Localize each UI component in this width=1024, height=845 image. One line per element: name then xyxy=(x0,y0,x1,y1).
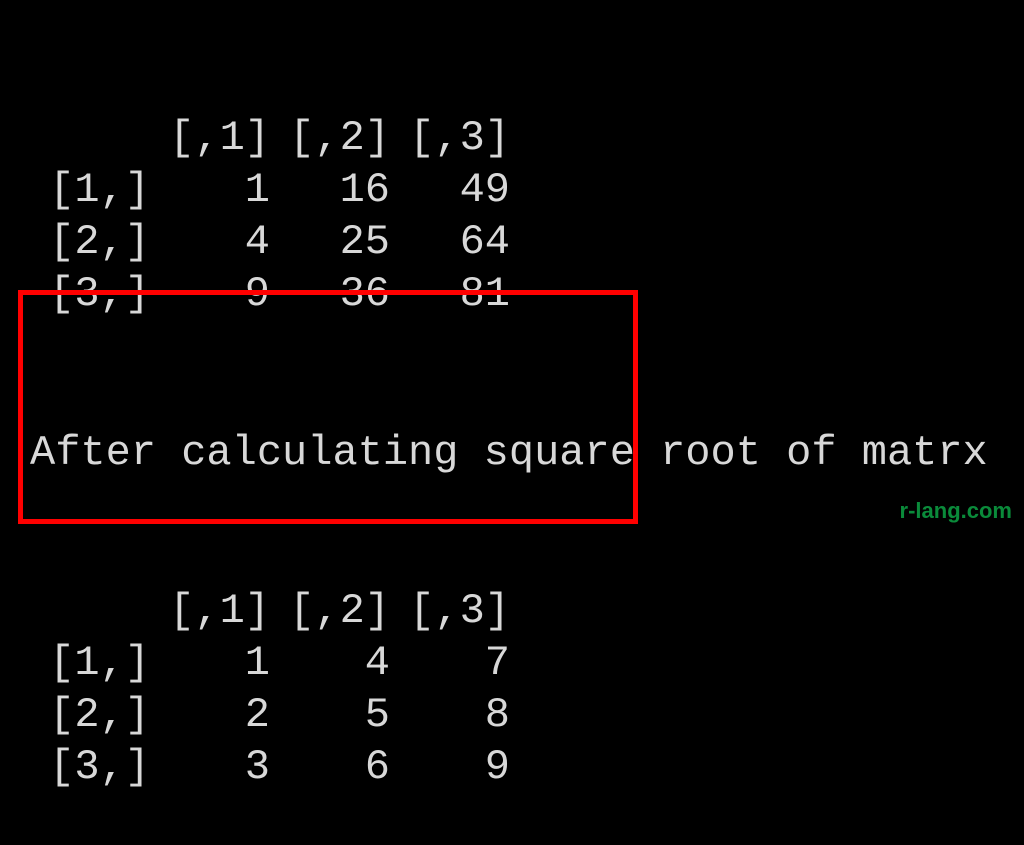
col-header: [,2] xyxy=(270,112,390,164)
matrix-header-row: [,1] [,2] [,3] xyxy=(30,585,510,637)
row-header: [1,] xyxy=(30,637,150,689)
matrix-header-row: [,1] [,2] [,3] xyxy=(30,112,510,164)
matrix-cell: 25 xyxy=(270,216,390,268)
r-console-output: [,1] [,2] [,3] [1,] 1 16 49 [2,] 4 25 64… xyxy=(0,0,1024,845)
matrix-cell: 5 xyxy=(270,689,390,741)
matrix-row: [2,] 2 5 8 xyxy=(30,689,510,741)
row-header: [3,] xyxy=(30,268,150,320)
matrix-cell: 81 xyxy=(390,268,510,320)
matrix-row: [2,] 4 25 64 xyxy=(30,216,510,268)
matrix-row: [1,] 1 16 49 xyxy=(30,164,510,216)
matrix-cell: 9 xyxy=(150,268,270,320)
watermark-text: r-lang.com xyxy=(900,498,1012,524)
col-header: [,1] xyxy=(150,585,270,637)
col-header: [,1] xyxy=(150,112,270,164)
matrix-cell: 7 xyxy=(390,637,510,689)
matrix-row: [3,] 3 6 9 xyxy=(30,741,510,793)
row-header: [2,] xyxy=(30,216,150,268)
matrix-cell: 6 xyxy=(270,741,390,793)
matrix-cell: 36 xyxy=(270,268,390,320)
row-header: [3,] xyxy=(30,741,150,793)
row-header: [1,] xyxy=(30,164,150,216)
status-message: After calculating square root of matrx xyxy=(30,427,994,479)
matrix-cell: 8 xyxy=(390,689,510,741)
matrix-cell: 9 xyxy=(390,741,510,793)
matrix-sqrt: [,1] [,2] [,3] [1,] 1 4 7 [2,] 2 5 8 [3,… xyxy=(30,585,510,793)
matrix-row: [3,] 9 36 81 xyxy=(30,268,510,320)
matrix-row: [1,] 1 4 7 xyxy=(30,637,510,689)
matrix-cell: 4 xyxy=(270,637,390,689)
matrix-cell: 4 xyxy=(150,216,270,268)
col-header: [,3] xyxy=(390,112,510,164)
matrix-cell: 1 xyxy=(150,637,270,689)
matrix-cell: 3 xyxy=(150,741,270,793)
matrix-cell: 16 xyxy=(270,164,390,216)
matrix-cell: 2 xyxy=(150,689,270,741)
matrix-cell: 64 xyxy=(390,216,510,268)
col-header: [,2] xyxy=(270,585,390,637)
col-header: [,3] xyxy=(390,585,510,637)
row-header: [2,] xyxy=(30,689,150,741)
matrix-original: [,1] [,2] [,3] [1,] 1 16 49 [2,] 4 25 64… xyxy=(30,112,510,320)
matrix-cell: 49 xyxy=(390,164,510,216)
matrix-cell: 1 xyxy=(150,164,270,216)
